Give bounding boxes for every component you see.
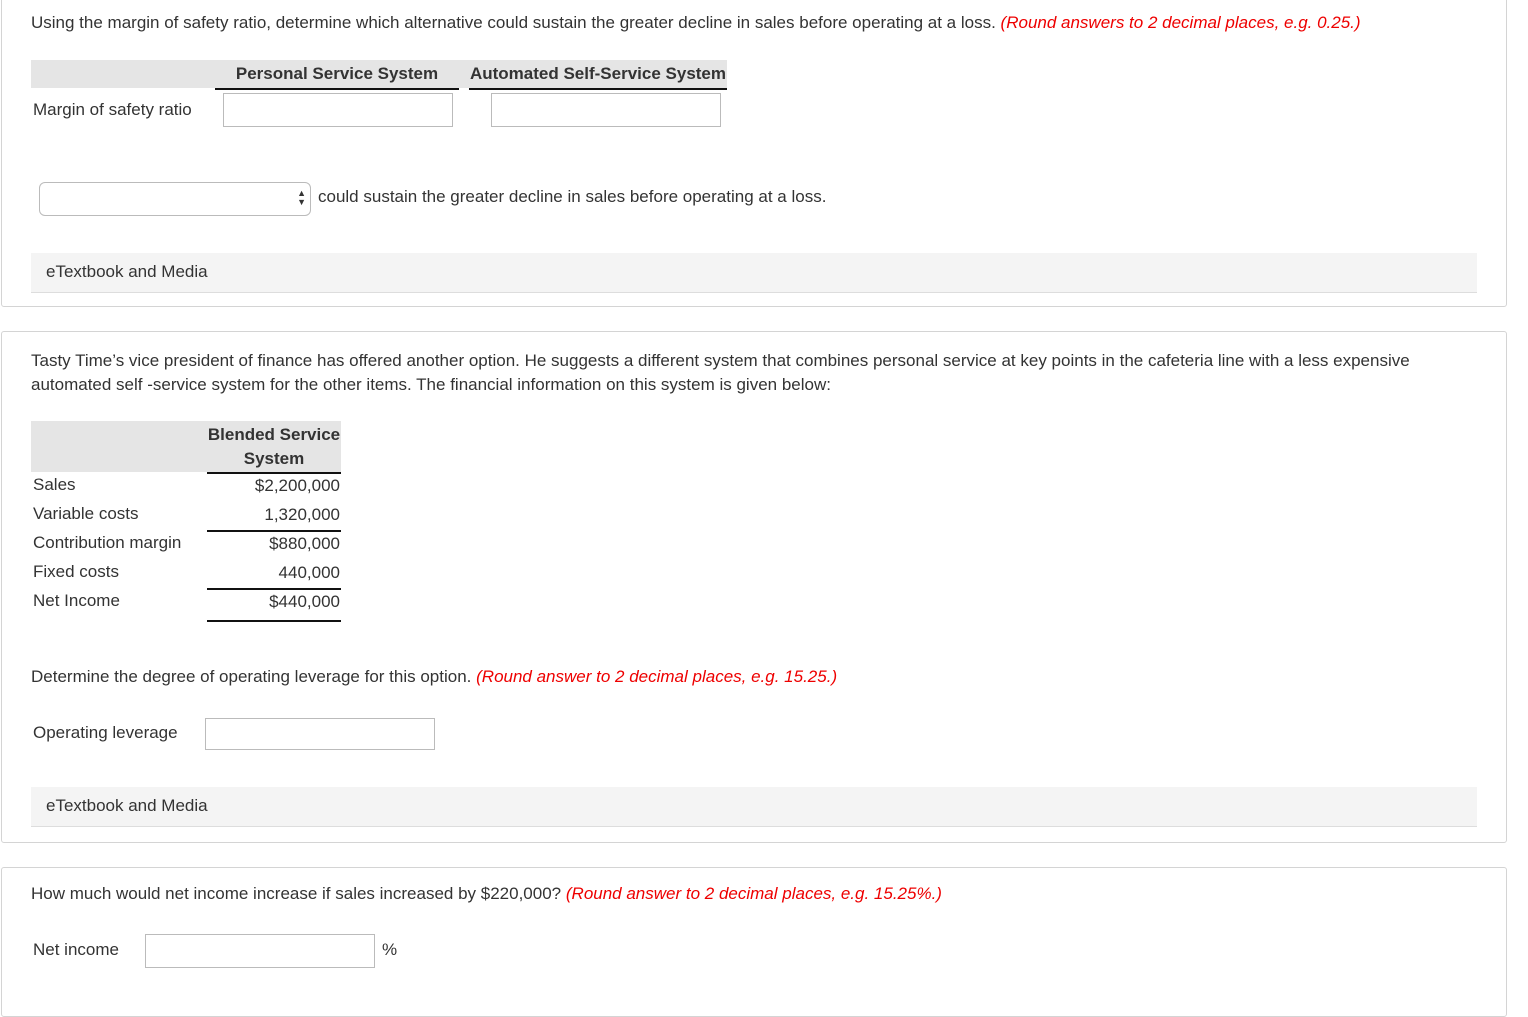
select-arrows-icon: ▲ ▼: [297, 188, 306, 207]
row-label: Margin of safety ratio: [33, 100, 192, 119]
column-header-blended: Blended Service System: [207, 421, 341, 474]
input-label: Operating leverage: [33, 723, 178, 742]
percent-unit: %: [382, 940, 398, 959]
row-label: Sales: [33, 475, 76, 494]
question-part-2: Tasty Time’s vice president of finance h…: [1, 331, 1507, 843]
instruction: Using the margin of safety ratio, determ…: [31, 13, 1361, 32]
intro-text: Tasty Time’s vice president of finance h…: [31, 351, 1410, 394]
row-label: Contribution margin: [33, 533, 182, 552]
row-value: 1,320,000: [207, 503, 341, 532]
operating-leverage-input[interactable]: [205, 718, 435, 750]
column-header-automated: Automated Self-Service System: [469, 60, 727, 90]
row-value: $2,200,000: [254, 476, 340, 495]
question-text: Determine the degree of operating levera…: [31, 667, 838, 686]
rounding-hint: (Round answer to 2 decimal places, e.g. …: [476, 667, 838, 686]
row-value: $440,000: [207, 590, 341, 622]
row-value: 440,000: [207, 561, 341, 590]
automated-margin-input[interactable]: [491, 93, 721, 127]
etextbook-media-link[interactable]: eTextbook and Media: [31, 253, 1477, 293]
question-text: How much would net income increase if sa…: [31, 884, 942, 903]
row-label: Variable costs: [33, 504, 139, 523]
question-part-3: How much would net income increase if sa…: [1, 867, 1507, 1017]
net-income-input[interactable]: [145, 934, 375, 968]
rounding-hint: (Round answer to 2 decimal places, e.g. …: [565, 884, 942, 903]
etextbook-media-link[interactable]: eTextbook and Media: [31, 787, 1477, 827]
rounding-hint: (Round answers to 2 decimal places, e.g.…: [1000, 13, 1361, 32]
input-label: Net income: [33, 940, 119, 959]
personal-margin-input[interactable]: [223, 93, 453, 127]
question-part-1: Using the margin of safety ratio, determ…: [1, 0, 1507, 307]
select-suffix: could sustain the greater decline in sal…: [318, 187, 827, 206]
row-label: Fixed costs: [33, 562, 119, 581]
row-value: $880,000: [269, 534, 340, 553]
alternative-select[interactable]: ▲ ▼: [39, 182, 311, 216]
column-header-personal: Personal Service System: [215, 60, 459, 90]
row-label: Net Income: [33, 591, 120, 610]
